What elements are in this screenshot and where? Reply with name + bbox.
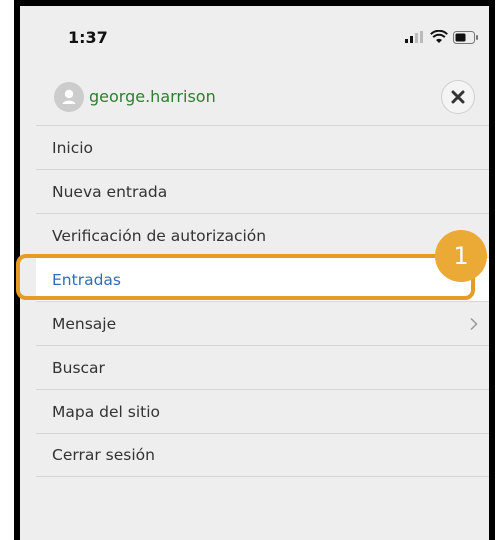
- menu-item-inicio[interactable]: Inicio: [36, 125, 489, 169]
- user-avatar-icon[interactable]: [54, 82, 84, 112]
- menu-item-mapa-del-sitio[interactable]: Mapa del sitio: [36, 389, 489, 433]
- menu-item-buscar[interactable]: Buscar: [36, 345, 489, 389]
- menu-item-label: Inicio: [52, 138, 94, 157]
- battery-icon: [453, 30, 478, 44]
- phone-screen: 1:37 george.harrison Inicio Nueva entrad…: [20, 6, 489, 540]
- step-badge: 1: [435, 230, 487, 282]
- signal-icon: [405, 31, 423, 43]
- phone-frame: 1:37 george.harrison Inicio Nueva entrad…: [14, 0, 495, 540]
- menu-item-mensaje[interactable]: Mensaje: [36, 301, 489, 345]
- menu-list: Inicio Nueva entrada Verificación de aut…: [36, 125, 489, 477]
- close-icon: [451, 90, 465, 104]
- close-button[interactable]: [441, 80, 475, 114]
- status-bar: 1:37: [20, 6, 489, 68]
- menu-item-label: Verificación de autorización: [52, 226, 267, 245]
- menu-item-label: Entradas: [52, 270, 121, 289]
- status-icons: [405, 28, 479, 46]
- menu-item-label: Mensaje: [52, 314, 117, 333]
- menu-item-label: Cerrar sesión: [52, 446, 155, 464]
- menu-item-label: Nueva entrada: [52, 182, 168, 201]
- username-link[interactable]: george.harrison: [89, 87, 216, 106]
- menu-item-label: Mapa del sitio: [52, 402, 160, 421]
- menu-item-verificacion-autorizacion[interactable]: Verificación de autorización: [36, 213, 489, 257]
- menu-header: george.harrison: [20, 74, 489, 124]
- menu-item-nueva-entrada[interactable]: Nueva entrada: [36, 169, 489, 213]
- menu-item-entradas[interactable]: Entradas: [36, 257, 489, 301]
- menu-item-cerrar-sesion[interactable]: Cerrar sesión: [36, 433, 489, 477]
- chevron-right-icon: [470, 317, 478, 330]
- step-number: 1: [453, 242, 469, 270]
- wifi-icon: [430, 30, 448, 43]
- menu-item-label: Buscar: [52, 358, 105, 377]
- status-time: 1:37: [68, 28, 108, 47]
